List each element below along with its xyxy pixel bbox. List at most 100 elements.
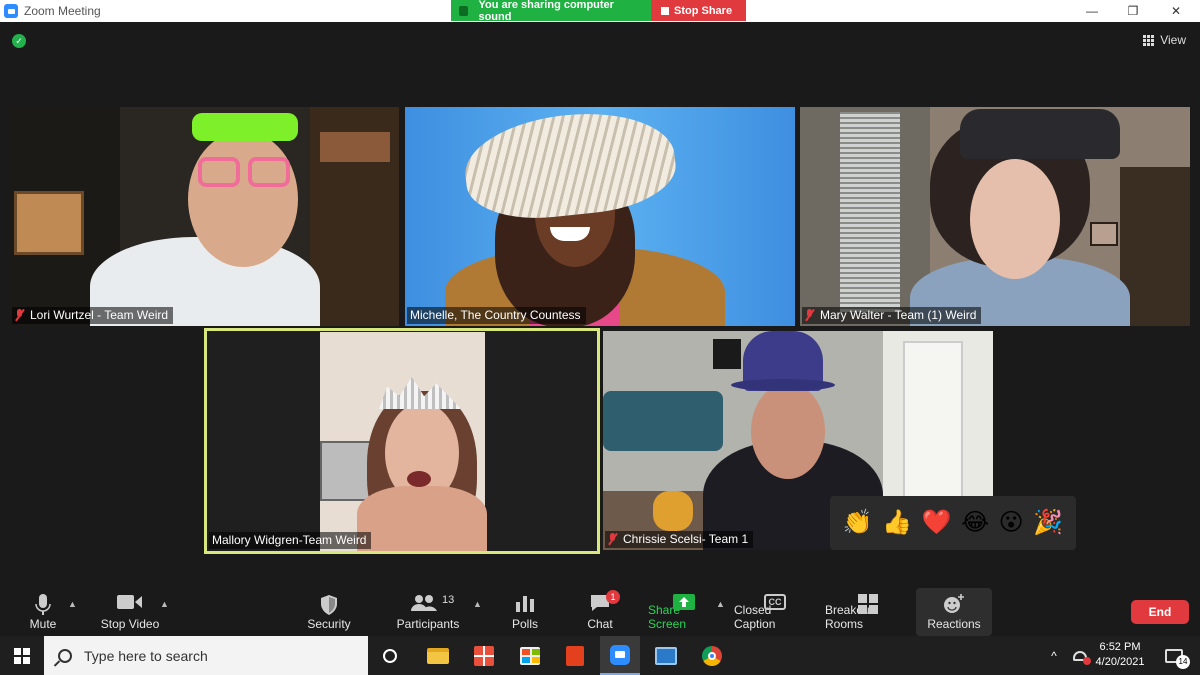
smiley-add-icon bbox=[944, 594, 964, 613]
office-icon[interactable] bbox=[555, 636, 595, 675]
participant-name-label: Lori Wurtzel - Team Weird bbox=[12, 307, 174, 324]
view-label: View bbox=[1160, 33, 1186, 47]
stop-video-button[interactable]: Stop Video bbox=[98, 588, 162, 636]
party-reaction[interactable]: 🎉 bbox=[1033, 511, 1063, 535]
participant-name-label: Mallory Widgren-Team Weird bbox=[209, 532, 372, 549]
polls-chart-icon bbox=[516, 596, 534, 612]
mute-label: Mute bbox=[29, 617, 57, 631]
taskbar-clock[interactable]: 6:52 PM 4/20/2021 bbox=[1092, 640, 1148, 670]
closed-caption-icon: CC bbox=[764, 594, 786, 610]
close-button[interactable]: ✕ bbox=[1156, 0, 1196, 22]
polls-label: Polls bbox=[511, 617, 538, 631]
share-screen-icon bbox=[673, 594, 695, 610]
security-shield-icon bbox=[321, 595, 337, 615]
window-title-bar: Zoom Meeting You are sharing computer so… bbox=[0, 0, 1200, 23]
chat-label: Chat bbox=[587, 617, 613, 631]
end-meeting-button[interactable]: End bbox=[1131, 600, 1189, 624]
notifications-icon[interactable]: 14 bbox=[1156, 636, 1192, 675]
closed-caption-button[interactable]: CC Closed Caption bbox=[734, 588, 816, 636]
thumbs-up-reaction[interactable]: 👍 bbox=[882, 511, 912, 535]
chevron-up-icon[interactable]: ▲ bbox=[160, 599, 169, 609]
windows-logo-icon bbox=[14, 647, 30, 664]
participant-name-label: Michelle, The Country Countess bbox=[407, 307, 586, 324]
gift-app-icon[interactable] bbox=[464, 636, 504, 675]
mute-button[interactable]: Mute bbox=[22, 588, 64, 636]
search-icon bbox=[58, 648, 72, 663]
participant-name: Chrissie Scelsi- Team 1 bbox=[623, 532, 749, 546]
photos-icon[interactable] bbox=[646, 636, 686, 675]
clock-date: 4/20/2021 bbox=[1095, 656, 1145, 668]
stop-icon bbox=[661, 6, 669, 15]
video-tile-lori[interactable]: Lori Wurtzel - Team Weird bbox=[10, 107, 399, 326]
video-feed bbox=[10, 107, 399, 326]
video-tile-michelle[interactable]: Michelle, The Country Countess bbox=[405, 107, 795, 326]
clap-reaction[interactable]: 👏 bbox=[843, 511, 873, 535]
sharing-status-text: You are sharing computer sound bbox=[478, 0, 614, 23]
security-shield-icon[interactable]: ✓ bbox=[12, 34, 26, 48]
chevron-up-icon[interactable]: ▲ bbox=[716, 599, 725, 609]
stop-video-label: Stop Video bbox=[100, 617, 160, 631]
notification-count: 14 bbox=[1176, 654, 1190, 669]
video-tile-mallory[interactable]: Mallory Widgren-Team Weird bbox=[204, 328, 600, 554]
microphone-icon bbox=[35, 594, 51, 615]
chrome-icon[interactable] bbox=[692, 636, 732, 675]
stop-share-label: Stop Share bbox=[674, 4, 733, 17]
view-button[interactable]: View bbox=[1143, 33, 1186, 47]
surprised-reaction[interactable]: 😮 bbox=[999, 511, 1024, 535]
chat-bubble-icon: 1 bbox=[589, 590, 620, 612]
participants-count: 13 bbox=[442, 594, 455, 606]
participant-name-label: Chrissie Scelsi- Team 1 bbox=[605, 531, 754, 548]
chevron-up-icon[interactable]: ▲ bbox=[68, 599, 77, 609]
reactions-popup: 👏 👍 ❤️ 😂 😮 🎉 bbox=[830, 496, 1076, 550]
reactions-label: Reactions bbox=[927, 617, 981, 631]
grid-view-icon bbox=[1143, 34, 1155, 46]
zoom-taskbar-icon[interactable] bbox=[600, 636, 640, 675]
security-label: Security bbox=[307, 617, 351, 631]
file-explorer-icon[interactable] bbox=[418, 636, 458, 675]
participant-name: Mallory Widgren-Team Weird bbox=[212, 533, 367, 547]
video-feed bbox=[405, 107, 795, 326]
task-view-icon[interactable] bbox=[370, 636, 410, 675]
share-screen-icon bbox=[459, 5, 469, 16]
show-hidden-icons-chevron[interactable]: ^ bbox=[1040, 636, 1068, 675]
search-placeholder: Type here to search bbox=[84, 647, 208, 664]
participants-icon bbox=[411, 595, 437, 611]
participants-button[interactable]: 13 Participants bbox=[396, 588, 460, 636]
polls-button[interactable]: Polls bbox=[505, 588, 545, 636]
mic-muted-icon bbox=[608, 533, 617, 545]
mic-muted-icon bbox=[15, 309, 24, 321]
store-icon[interactable] bbox=[510, 636, 550, 675]
start-button[interactable] bbox=[0, 636, 44, 675]
taskbar-search-box[interactable]: Type here to search bbox=[44, 636, 368, 675]
mic-muted-icon bbox=[805, 309, 814, 321]
chevron-up-icon[interactable]: ▲ bbox=[473, 599, 482, 609]
video-feed bbox=[207, 331, 597, 551]
window-title: Zoom Meeting bbox=[24, 4, 101, 18]
participant-name: Lori Wurtzel - Team Weird bbox=[30, 308, 169, 322]
chat-button[interactable]: 1 Chat bbox=[580, 588, 620, 636]
laughing-reaction[interactable]: 😂 bbox=[961, 511, 989, 535]
restore-button[interactable]: ❐ bbox=[1113, 0, 1153, 22]
breakout-rooms-button[interactable]: Breakout Rooms bbox=[825, 588, 911, 636]
participants-label: Participants bbox=[396, 617, 460, 631]
network-status-icon[interactable] bbox=[1066, 636, 1094, 675]
meeting-toolbar: Mute ▲ Stop Video ▲ Security 13 Particip… bbox=[0, 588, 1200, 636]
share-banner: You are sharing computer sound Stop Shar… bbox=[451, 0, 746, 23]
heart-reaction[interactable]: ❤️ bbox=[922, 511, 952, 535]
participant-name: Michelle, The Country Countess bbox=[410, 308, 581, 322]
stop-share-button[interactable]: Stop Share bbox=[651, 0, 746, 21]
zoom-app-icon bbox=[4, 4, 18, 18]
sharing-status: You are sharing computer sound bbox=[451, 0, 651, 23]
video-camera-icon bbox=[117, 595, 142, 609]
video-tile-mary[interactable]: Mary Walter - Team (1) Weird bbox=[800, 107, 1190, 326]
chat-unread-badge: 1 bbox=[606, 590, 620, 604]
participant-name: Mary Walter - Team (1) Weird bbox=[820, 308, 977, 322]
reactions-button[interactable]: Reactions bbox=[916, 588, 992, 636]
minimize-button[interactable]: — bbox=[1072, 0, 1112, 22]
breakout-rooms-icon bbox=[858, 594, 878, 614]
security-button[interactable]: Security bbox=[303, 588, 355, 636]
share-screen-button[interactable]: Share Screen bbox=[648, 588, 720, 636]
participant-name-label: Mary Walter - Team (1) Weird bbox=[802, 307, 982, 324]
clock-time: 6:52 PM bbox=[1099, 641, 1141, 653]
video-feed bbox=[800, 107, 1190, 326]
